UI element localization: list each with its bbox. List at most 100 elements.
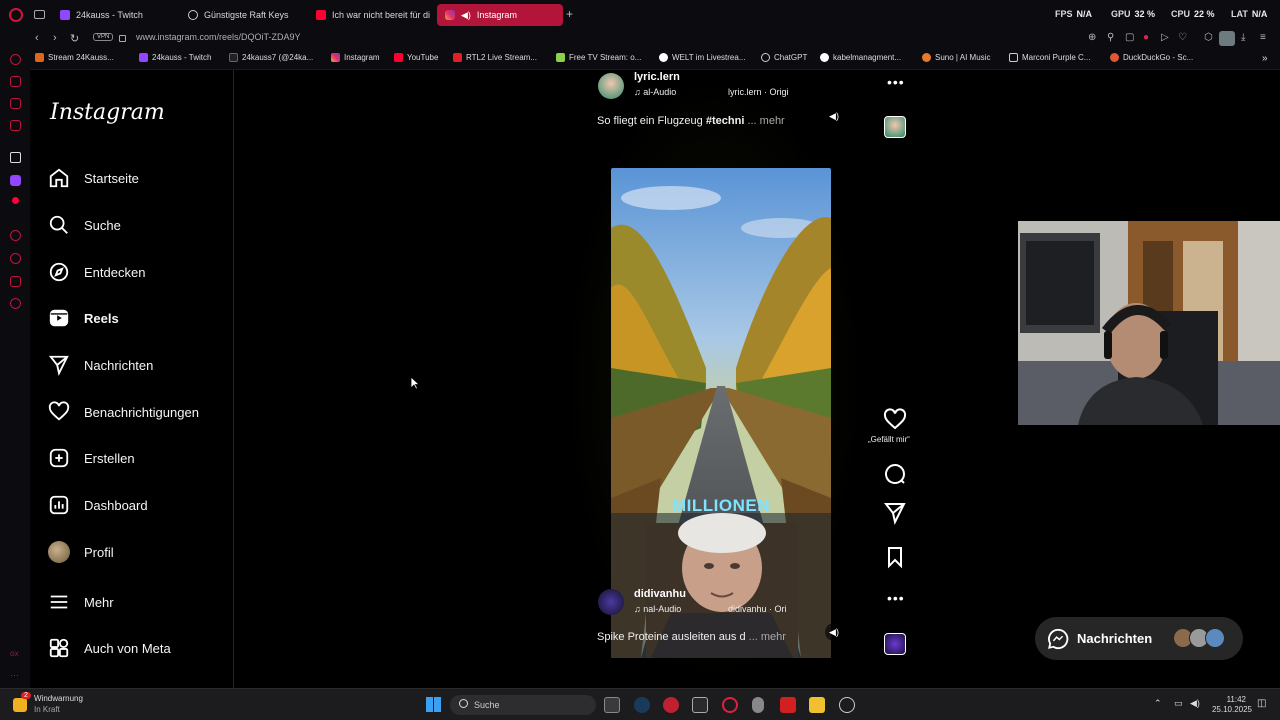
reel-author[interactable]: lyric.lern [634, 71, 680, 83]
more-sidebar-icon[interactable]: ··· [10, 670, 19, 680]
caption-hashtag[interactable]: #techni [706, 115, 745, 127]
clock-icon[interactable] [10, 253, 21, 264]
twitch-sidebar-icon[interactable] [10, 175, 21, 186]
save-bookmark-icon[interactable] [883, 545, 907, 569]
mute-icon[interactable]: ◀) [825, 107, 843, 125]
profile-avatar-icon[interactable] [1219, 31, 1235, 46]
messenger-icon[interactable] [10, 98, 21, 109]
obs-icon[interactable] [692, 697, 708, 713]
reload-icon[interactable]: ↻ [70, 32, 79, 45]
nav-auch-von-meta[interactable]: Auch von Meta [48, 637, 171, 659]
settings-icon[interactable] [10, 298, 21, 309]
taskbar-date[interactable]: 25.10.2025 [1212, 705, 1252, 714]
pin-icon[interactable]: ⚲ [1107, 32, 1114, 43]
mute-icon[interactable]: ◀) [825, 623, 843, 641]
task-view-icon[interactable] [604, 697, 620, 713]
opera-gx-icon[interactable] [663, 697, 679, 713]
nav-entdecken[interactable]: Entdecken [48, 261, 145, 283]
bookmark-item[interactable]: Marconi Purple C... [1009, 53, 1090, 62]
audio-thumbnail-icon[interactable] [884, 116, 906, 138]
extensions-sidebar-icon[interactable] [10, 276, 21, 287]
play-icon[interactable]: ▷ [1161, 32, 1169, 43]
windows-start-icon[interactable] [426, 697, 441, 712]
file-explorer-icon[interactable] [809, 697, 825, 713]
bookmark-item[interactable]: 24kauss7 (@24ka... [229, 53, 313, 62]
menu-icon[interactable]: ≡ [1260, 32, 1266, 43]
reel-audio-source[interactable]: didivanhu · Ori [728, 604, 787, 614]
tab-instagram[interactable]: ◀) Instagram [437, 4, 563, 26]
bookmark-item[interactable]: 24kauss - Twitch [139, 53, 211, 62]
bookmark-item[interactable]: kabelmanagment... [820, 53, 901, 62]
zoom-icon[interactable]: ⊕ [1088, 32, 1096, 43]
reel-audio-source[interactable]: lyric.lern · Origi [728, 87, 789, 97]
bookmark-item[interactable]: YouTube [394, 53, 438, 62]
reel-audio[interactable]: ♫ nal-Audio [634, 604, 681, 614]
aria-icon[interactable] [10, 76, 21, 87]
audio-thumbnail-icon[interactable] [884, 633, 906, 655]
weather-title[interactable]: Windwarnung [34, 694, 83, 703]
mouse-software-icon[interactable] [752, 697, 764, 713]
bookmark-item[interactable]: RTL2 Live Stream... [453, 53, 537, 62]
back-icon[interactable]: ‹ [35, 32, 39, 44]
bookmarks-overflow-icon[interactable]: » [1262, 53, 1268, 64]
caption-more-link[interactable]: ... mehr [747, 115, 784, 127]
shield-icon[interactable]: ● [1143, 32, 1149, 43]
nav-nachrichten[interactable]: Nachrichten [48, 354, 153, 376]
tab-youtube[interactable]: Ich war nicht bereit für di [308, 4, 434, 26]
bookmark-item[interactable]: WELT im Livestrea... [659, 53, 746, 62]
extensions-icon[interactable]: ⬡ [1204, 32, 1213, 43]
download-icon[interactable]: ⤓ [1241, 32, 1245, 43]
messages-pill-button[interactable]: Nachrichten [1035, 617, 1243, 660]
more-options-icon[interactable]: ••• [887, 590, 905, 606]
nav-suche[interactable]: Suche [48, 214, 121, 236]
media-app-icon[interactable] [780, 697, 796, 713]
author-avatar[interactable] [598, 589, 624, 615]
weather-widget-icon[interactable] [13, 698, 27, 712]
bookmark-item[interactable]: Instagram [331, 53, 380, 62]
snapshot-icon[interactable]: ▢ [1125, 32, 1134, 43]
opera-icon[interactable] [722, 697, 738, 713]
workspace-icon[interactable] [34, 10, 45, 19]
nav-mehr[interactable]: Mehr [48, 591, 114, 613]
youtube-sidebar-icon[interactable] [12, 197, 19, 204]
caption-more-link[interactable]: ... mehr [749, 631, 786, 643]
nav-startseite[interactable]: Startseite [48, 167, 139, 189]
reel-audio[interactable]: ♫ al-Audio [634, 87, 676, 97]
bookmark-item[interactable]: Suno | AI Music [922, 53, 990, 62]
forward-icon[interactable]: › [53, 32, 57, 44]
notification-bell-icon[interactable]: ◫ [1257, 698, 1266, 709]
gx-icon[interactable]: GX [10, 652, 19, 658]
taskbar-search-input[interactable]: Suche [450, 695, 596, 715]
tab-twitch[interactable]: 24kauss - Twitch [52, 4, 176, 26]
nav-reels[interactable]: Reels [48, 307, 119, 329]
comment-icon[interactable] [883, 462, 907, 486]
nav-profil[interactable]: Profil [48, 541, 114, 563]
new-tab-button[interactable]: + [566, 7, 573, 21]
nav-benachrichtigungen[interactable]: Benachrichtigungen [48, 401, 199, 423]
nav-dashboard[interactable]: Dashboard [48, 494, 148, 516]
player-icon[interactable] [10, 230, 21, 241]
bookmark-item[interactable]: Stream 24Kauss... [35, 53, 114, 62]
opera-logo-icon[interactable] [9, 8, 23, 22]
history-icon[interactable] [10, 54, 21, 65]
url-field[interactable]: www.instagram.com/reels/DQOiT-ZDA9Y [136, 32, 301, 42]
bookmark-item[interactable]: DuckDuckGo - Sc... [1110, 53, 1193, 62]
vpn-badge[interactable]: VPN [93, 33, 114, 41]
author-avatar[interactable] [598, 73, 624, 99]
bookmark-tab-icon[interactable] [10, 152, 21, 163]
heart-icon[interactable]: ♡ [1178, 32, 1187, 43]
network-icon[interactable]: ▭ [1174, 698, 1183, 709]
bookmark-item[interactable]: Free TV Stream: o... [556, 53, 641, 62]
reel-author[interactable]: didivanhu [634, 588, 686, 600]
steam-icon[interactable] [634, 697, 650, 713]
reel-video[interactable]: MILLIONEN [611, 168, 831, 658]
taskbar-time[interactable]: 11:42 [1227, 695, 1246, 704]
volume-icon[interactable]: ◀) [1190, 698, 1200, 709]
news-icon[interactable] [10, 120, 21, 131]
tray-overflow-icon[interactable]: ⌃ [1154, 698, 1162, 709]
tab-raft-keys[interactable]: Günstigste Raft Keys [180, 4, 304, 26]
nav-erstellen[interactable]: Erstellen [48, 447, 135, 469]
instagram-logo[interactable]: Instagram [50, 100, 165, 125]
share-icon[interactable] [883, 501, 907, 525]
more-options-icon[interactable]: ••• [887, 74, 905, 90]
